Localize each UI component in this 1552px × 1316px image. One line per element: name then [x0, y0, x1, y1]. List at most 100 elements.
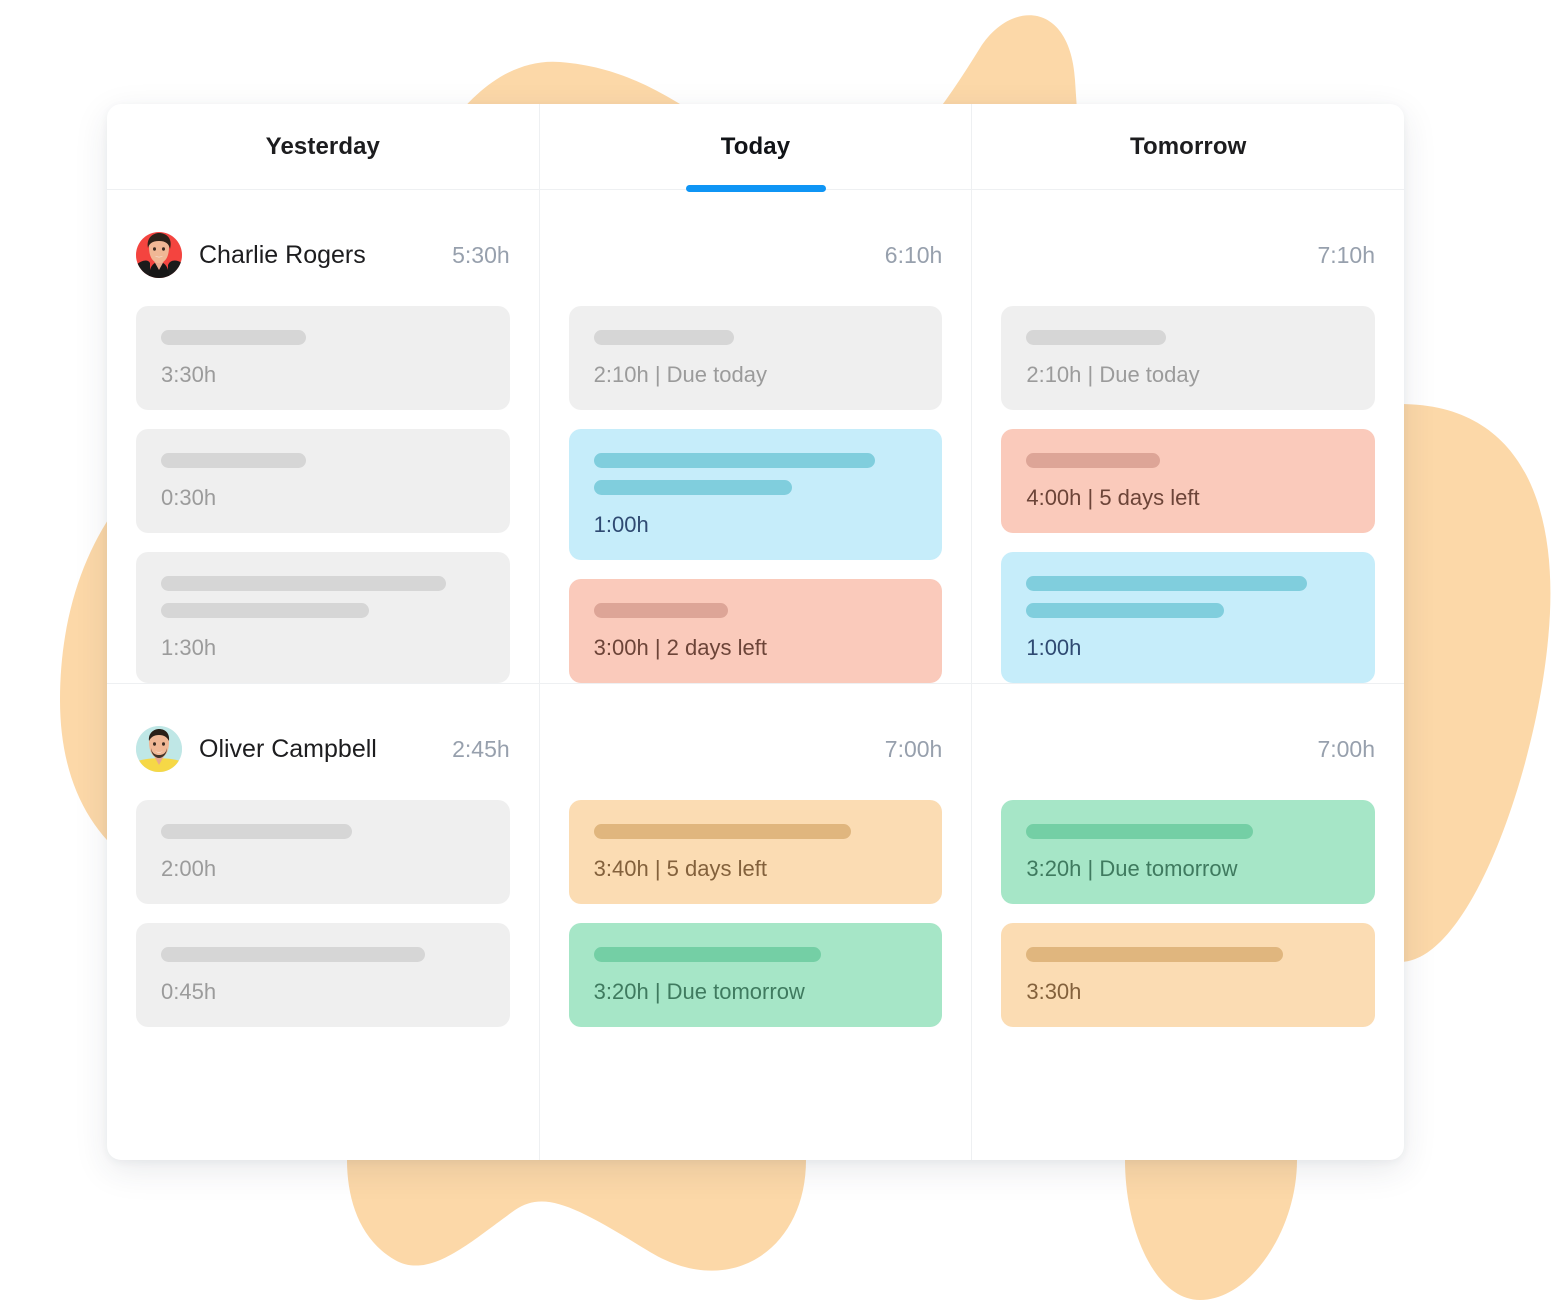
- placeholder-bar: [1026, 824, 1254, 839]
- app-stage: Yesterday Today Tomorrow Charlie Rogers 5…: [0, 0, 1552, 1316]
- day-total: 7:10h: [1317, 241, 1376, 268]
- avatar[interactable]: [136, 726, 182, 772]
- task-title-placeholder: [593, 824, 918, 839]
- day-cell: Charlie Rogers 5:30h 3:30h 0:30h 1:30h: [107, 190, 540, 683]
- task-meta: 1:30h: [161, 635, 217, 660]
- day-cell: 7:00h 3:40h | 5 days left 3:20h | Due tomo…: [540, 684, 973, 1160]
- day-total: 5:30h: [452, 241, 510, 268]
- task-title-placeholder: [161, 453, 485, 468]
- cell-header: 7:00h: [569, 712, 943, 786]
- task-title-placeholder: [1026, 330, 1350, 345]
- task-title-placeholder: [161, 576, 485, 618]
- tab-active-underline: [685, 185, 826, 192]
- task-title-placeholder: [1026, 576, 1350, 618]
- task-card[interactable]: 1:30h: [136, 552, 510, 683]
- cell-header: Charlie Rogers 5:30h: [136, 218, 510, 292]
- placeholder-bar: [593, 824, 851, 839]
- task-meta: 3:00h | 2 days left: [593, 635, 767, 660]
- tab-tomorrow[interactable]: Tomorrow: [972, 104, 1404, 189]
- tab-yesterday-label: Yesterday: [265, 132, 380, 160]
- task-meta: 0:30h: [161, 485, 217, 510]
- task-list: 3:40h | 5 days left 3:20h | Due tomorrow: [568, 786, 943, 1027]
- task-list: 2:00h 0:45h: [136, 786, 510, 1027]
- task-meta: 2:10h | Due today: [1026, 362, 1200, 387]
- task-meta: 3:30h: [161, 362, 217, 387]
- task-card[interactable]: 3:30h: [136, 306, 510, 410]
- placeholder-bar: [593, 947, 821, 962]
- placeholder-bar: [593, 480, 792, 495]
- day-tabs: Yesterday Today Tomorrow: [107, 104, 1404, 192]
- task-card[interactable]: 3:20h | Due tomorrow: [568, 923, 943, 1027]
- person-name: Oliver Campbell: [199, 734, 377, 763]
- task-title-placeholder: [593, 603, 918, 618]
- task-card[interactable]: 1:00h: [568, 429, 943, 560]
- tab-today-label: Today: [720, 132, 791, 160]
- cell-header: 7:10h: [1001, 218, 1375, 292]
- day-total: 7:00h: [884, 735, 943, 762]
- day-cell: Oliver Campbell 2:45h 2:00h 0:45h: [107, 684, 540, 1160]
- task-title-placeholder: [1026, 947, 1350, 962]
- task-meta: 4:00h | 5 days left: [1026, 485, 1200, 510]
- task-title-placeholder: [1026, 824, 1350, 839]
- task-meta: 3:20h | Due tomorrow: [1026, 856, 1238, 881]
- task-meta: 3:30h: [1026, 979, 1082, 1004]
- day-total: 6:10h: [884, 241, 943, 268]
- person-row: Oliver Campbell 2:45h 2:00h 0:45h 7:00h 3:40h…: [107, 684, 1404, 1160]
- task-card[interactable]: 3:40h | 5 days left: [568, 800, 943, 904]
- placeholder-bar: [161, 824, 352, 839]
- placeholder-bar: [1026, 603, 1225, 618]
- day-total: 2:45h: [452, 735, 510, 762]
- task-card[interactable]: 3:00h | 2 days left: [568, 579, 943, 683]
- task-meta: 0:45h: [161, 979, 217, 1004]
- task-card[interactable]: 3:20h | Due tomorrow: [1001, 800, 1376, 904]
- tab-yesterday[interactable]: Yesterday: [107, 104, 540, 189]
- day-total: 7:00h: [1317, 735, 1376, 762]
- placeholder-bar: [1026, 330, 1167, 345]
- task-meta: 1:00h: [1026, 635, 1082, 660]
- blob-right: [1394, 404, 1551, 962]
- placeholder-bar: [161, 453, 306, 468]
- placeholder-bar: [1026, 947, 1284, 962]
- task-card[interactable]: 3:30h: [1001, 923, 1376, 1027]
- task-title-placeholder: [593, 330, 918, 345]
- day-cell: 7:00h 3:20h | Due tomorrow 3:30h: [972, 684, 1404, 1160]
- blob-bottom: [347, 1160, 806, 1271]
- task-card[interactable]: 2:10h | Due today: [568, 306, 943, 410]
- placeholder-bar: [1026, 576, 1308, 591]
- task-meta: 1:00h: [593, 512, 649, 537]
- cell-header: Oliver Campbell 2:45h: [136, 712, 510, 786]
- placeholder-bar: [161, 576, 446, 591]
- blob-bottom-right: [1125, 1160, 1297, 1300]
- cell-header: 7:00h: [1001, 712, 1375, 786]
- task-card[interactable]: 2:00h: [136, 800, 510, 904]
- placeholder-bar: [593, 603, 728, 618]
- task-title-placeholder: [161, 330, 485, 345]
- task-meta: 2:00h: [161, 856, 217, 881]
- person-row: Charlie Rogers 5:30h 3:30h 0:30h 1:30h 6:10h 2…: [107, 190, 1404, 684]
- task-meta: 3:20h | Due tomorrow: [593, 979, 805, 1004]
- task-card[interactable]: 2:10h | Due today: [1001, 306, 1376, 410]
- placeholder-bar: [1026, 453, 1161, 468]
- task-title-placeholder: [1026, 453, 1350, 468]
- person-rows: Charlie Rogers 5:30h 3:30h 0:30h 1:30h 6:10h 2…: [107, 190, 1404, 1160]
- task-title-placeholder: [593, 453, 918, 495]
- schedule-panel: Yesterday Today Tomorrow Charlie Rogers 5…: [107, 104, 1404, 1160]
- placeholder-bar: [593, 453, 875, 468]
- placeholder-bar: [593, 330, 734, 345]
- placeholder-bar: [161, 603, 369, 618]
- task-meta: 2:10h | Due today: [593, 362, 767, 387]
- cell-header: 6:10h: [569, 218, 943, 292]
- task-card[interactable]: 0:30h: [136, 429, 510, 533]
- person-name: Charlie Rogers: [199, 240, 366, 269]
- task-card[interactable]: 0:45h: [136, 923, 510, 1027]
- task-card[interactable]: 1:00h: [1001, 552, 1376, 683]
- avatar[interactable]: [136, 232, 182, 278]
- task-title-placeholder: [161, 824, 485, 839]
- task-title-placeholder: [593, 947, 918, 962]
- day-cell: 6:10h 2:10h | Due today 1:00h 3:00h | 2 day…: [540, 190, 973, 683]
- task-card[interactable]: 4:00h | 5 days left: [1001, 429, 1376, 533]
- task-list: 3:30h 0:30h 1:30h: [136, 292, 510, 683]
- task-list: 2:10h | Due today 1:00h 3:00h | 2 days lef…: [568, 292, 943, 683]
- tab-tomorrow-label: Tomorrow: [1130, 132, 1247, 160]
- tab-today[interactable]: Today: [540, 104, 973, 192]
